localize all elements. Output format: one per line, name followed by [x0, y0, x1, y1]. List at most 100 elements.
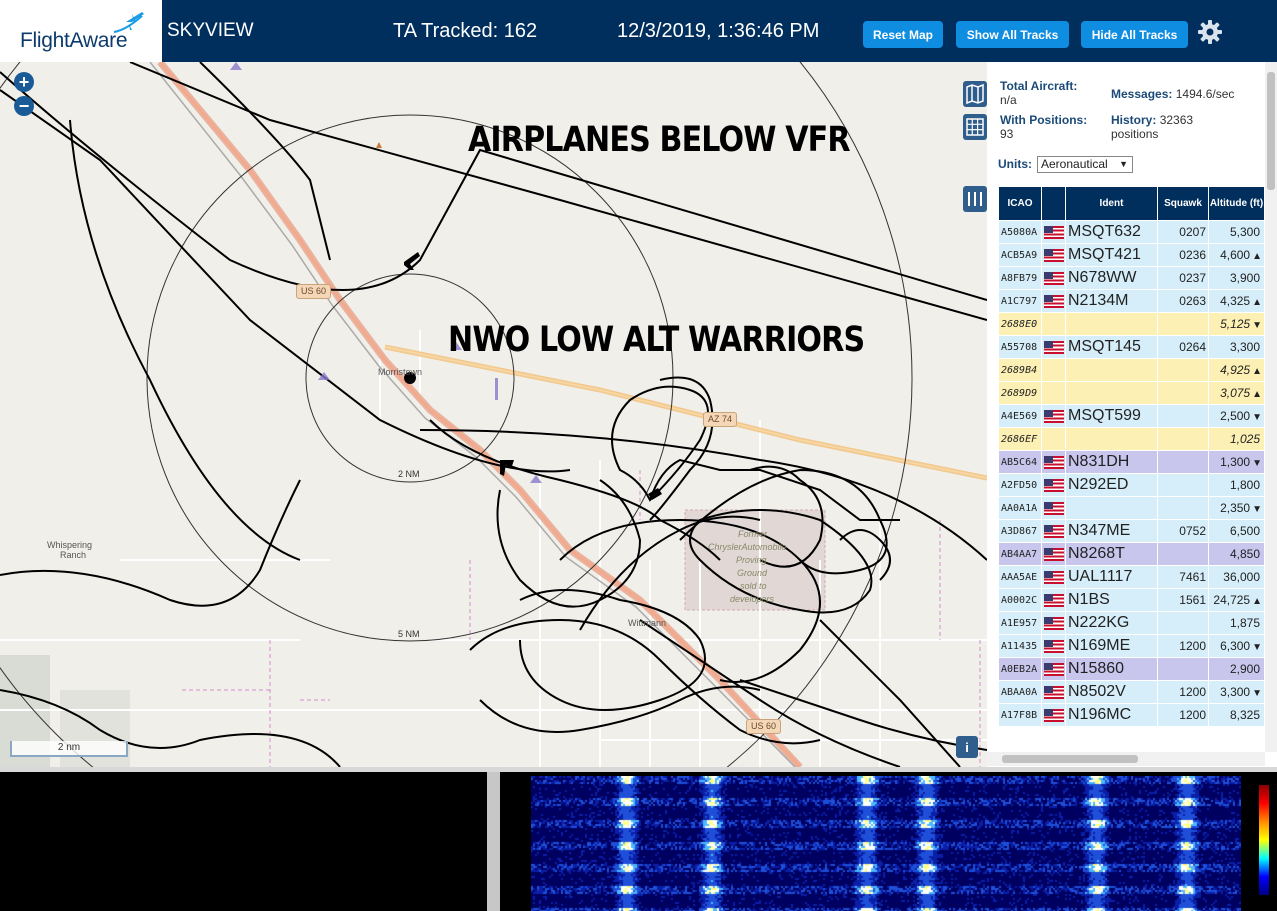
table-row[interactable]: A55708 MSQT145 0264 3,300: [998, 335, 1265, 359]
columns-toggle-button[interactable]: [963, 186, 987, 212]
table-row[interactable]: A0002C N1BS 1561 24,725 ▲: [998, 588, 1265, 612]
ident-cell: MSQT145: [1065, 335, 1158, 359]
ident-cell: MSQT632: [1065, 220, 1158, 244]
altitude-value: 3,300: [1220, 685, 1251, 699]
zoom-out-button[interactable]: −: [14, 96, 34, 116]
squawk-cell: [1157, 404, 1209, 428]
squawk-cell: [1157, 657, 1209, 681]
flag-cell: [1041, 450, 1066, 474]
altitude-value: 3,900: [1229, 271, 1260, 285]
squawk-cell: [1157, 542, 1209, 566]
altitude-cell: 4,325 ▲: [1208, 289, 1265, 313]
table-row[interactable]: ACB5A9 MSQT421 0236 4,600 ▲: [998, 243, 1265, 267]
table-row[interactable]: 2689D9 3,075 ▲: [998, 381, 1265, 405]
table-row[interactable]: A17F8B N196MC 1200 8,325: [998, 703, 1265, 727]
info-button[interactable]: i: [956, 736, 978, 758]
header-ident[interactable]: Ident: [1065, 186, 1158, 221]
ident-cell: UAL1117: [1065, 565, 1158, 589]
flag-cell: [1041, 335, 1066, 359]
ring-label-2nm: 2 NM: [398, 469, 420, 479]
table-row[interactable]: AB4AA7 N8268T 4,850: [998, 542, 1265, 566]
flag-cell: [1041, 473, 1066, 497]
panel-divider[interactable]: [0, 767, 1277, 772]
table-row[interactable]: A1E957 N222KG 1,875: [998, 611, 1265, 635]
table-row[interactable]: AB5C64 N831DH 1,300 ▼: [998, 450, 1265, 474]
hide-all-tracks-button[interactable]: Hide All Tracks: [1081, 21, 1188, 48]
squawk-cell: [1157, 496, 1209, 520]
table-row[interactable]: A3D867 N347ME 0752 6,500: [998, 519, 1265, 543]
squawk-cell: 0237: [1157, 266, 1209, 290]
icao-cell: A4E569: [998, 404, 1042, 428]
table-row[interactable]: A5080A MSQT632 0207 5,300: [998, 220, 1265, 244]
icao-cell: AB4AA7: [998, 542, 1042, 566]
vertical-panel-divider[interactable]: [487, 772, 500, 911]
altitude-trend-icon: ▲: [1252, 251, 1262, 262]
flag-cell: [1041, 404, 1066, 428]
header-flag[interactable]: [1041, 186, 1066, 221]
icao-cell: A8FB79: [998, 266, 1042, 290]
altitude-value: 1,025: [1229, 432, 1260, 446]
flightaware-logo[interactable]: FlightAware: [0, 0, 162, 62]
gear-icon[interactable]: [1196, 18, 1224, 46]
icao-cell: A3D867: [998, 519, 1042, 543]
zoom-in-button[interactable]: +: [14, 72, 34, 92]
aircraft-sidebar: Total Aircraft: n/a With Positions: 93 M…: [987, 62, 1277, 767]
altitude-value: 5,300: [1229, 225, 1260, 239]
us-flag-icon: [1044, 479, 1064, 492]
header-icao[interactable]: ICAO: [998, 186, 1042, 221]
map-label-former: Former: [738, 529, 767, 539]
ident-cell: N831DH: [1065, 450, 1158, 474]
table-row[interactable]: A11435 N169ME 1200 6,300 ▼: [998, 634, 1265, 658]
squawk-cell: 0263: [1157, 289, 1209, 313]
grid-toggle-button[interactable]: [963, 114, 987, 140]
map-label-ranch: Ranch: [60, 550, 87, 560]
table-row[interactable]: AAA5AE UAL1117 7461 36,000: [998, 565, 1265, 589]
ident-cell: N678WW: [1065, 266, 1158, 290]
flag-cell: [1041, 496, 1066, 520]
scale-bar: 2 nm: [10, 741, 128, 757]
table-row[interactable]: 2688E0 5,125 ▼: [998, 312, 1265, 336]
us-flag-icon: [1044, 571, 1064, 584]
altitude-value: 4,925: [1220, 363, 1251, 377]
altitude-value: 3,300: [1229, 340, 1260, 354]
table-row[interactable]: ABAA0A N8502V 1200 3,300 ▼: [998, 680, 1265, 704]
table-row[interactable]: A1C797 N2134M 0263 4,325 ▲: [998, 289, 1265, 313]
map-layers-button[interactable]: [963, 81, 987, 107]
table-row[interactable]: 2686EF 1,025: [998, 427, 1265, 451]
altitude-cell: 2,500 ▼: [1208, 404, 1265, 428]
table-row[interactable]: A2FD50 N292ED 1,800: [998, 473, 1265, 497]
icao-cell: AAA5AE: [998, 565, 1042, 589]
flag-cell: [1041, 680, 1066, 704]
flag-cell: [1041, 542, 1066, 566]
ident-cell: N292ED: [1065, 473, 1158, 497]
aircraft-table: ICAO Ident Squawk Altitude (ft) A5080A MS…: [998, 186, 1265, 727]
flag-cell: [1041, 588, 1066, 612]
us-flag-icon: [1044, 525, 1064, 538]
road-shield-us60-south: US 60: [746, 719, 782, 734]
altitude-cell: 8,325: [1208, 703, 1265, 727]
sidebar-horizontal-scroll-thumb[interactable]: [1002, 755, 1138, 763]
show-all-tracks-button[interactable]: Show All Tracks: [956, 21, 1069, 48]
us-flag-icon: [1044, 272, 1064, 285]
table-row[interactable]: 2689B4 4,925 ▲: [998, 358, 1265, 382]
table-row[interactable]: A0EB2A N15860 2,900: [998, 657, 1265, 681]
flag-cell: [1041, 565, 1066, 589]
units-select[interactable]: Aeronautical ▼: [1037, 156, 1133, 173]
altitude-trend-icon: ▼: [1252, 412, 1262, 423]
icao-cell: A0002C: [998, 588, 1042, 612]
table-row[interactable]: A8FB79 N678WW 0237 3,900: [998, 266, 1265, 290]
reset-map-button[interactable]: Reset Map: [863, 21, 943, 48]
header-squawk[interactable]: Squawk: [1157, 186, 1209, 221]
map-view[interactable]: AIRPLANES BELOW VFR NWO LOW ALT WARRIORS…: [0, 62, 987, 767]
table-row[interactable]: AA0A1A 2,350 ▼: [998, 496, 1265, 520]
altitude-value: 24,725: [1213, 593, 1251, 607]
us-flag-icon: [1044, 686, 1064, 699]
ident-cell: [1065, 427, 1158, 451]
flag-cell: [1041, 703, 1066, 727]
table-row[interactable]: A4E569 MSQT599 2,500 ▼: [998, 404, 1265, 428]
altitude-value: 6,500: [1229, 524, 1260, 538]
altitude-cell: 2,350 ▼: [1208, 496, 1265, 520]
sidebar-vertical-scroll-thumb[interactable]: [1267, 72, 1275, 190]
header-altitude[interactable]: Altitude (ft): [1208, 186, 1265, 221]
flag-cell: [1041, 657, 1066, 681]
